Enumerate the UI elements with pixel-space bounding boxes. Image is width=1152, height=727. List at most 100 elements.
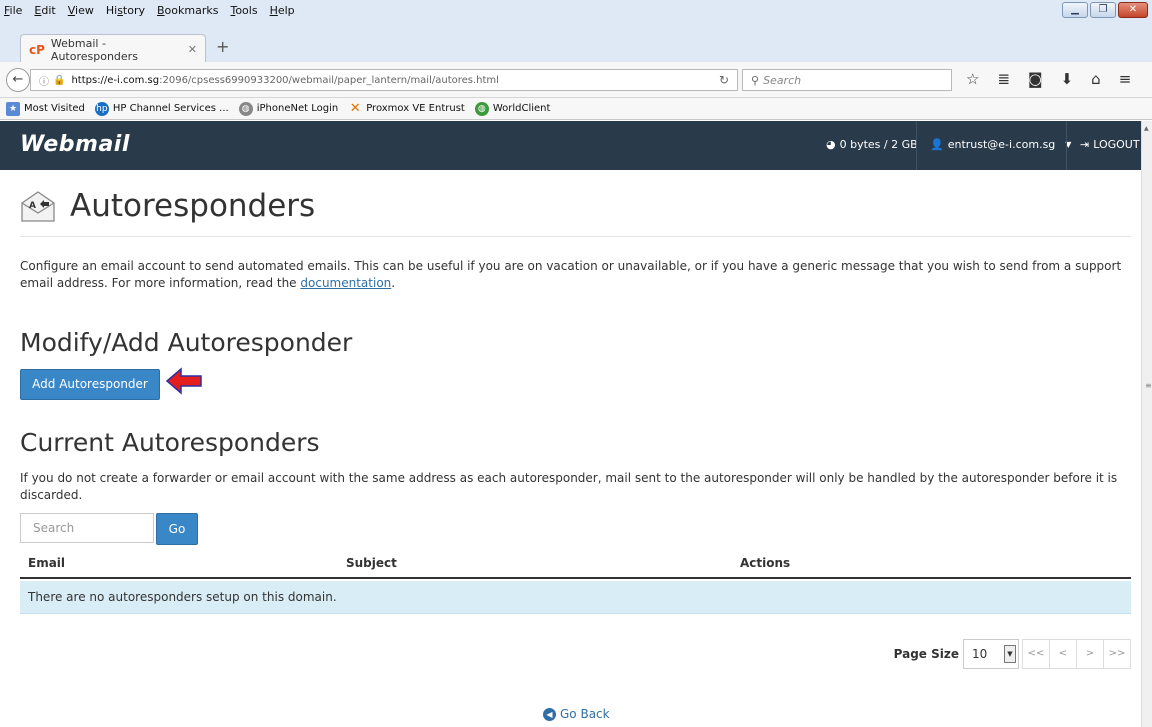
bookmark-label: Proxmox VE Entrust: [366, 103, 465, 114]
go-button[interactable]: Go: [156, 513, 198, 545]
dropdown-arrow-icon[interactable]: ▼: [1004, 645, 1016, 663]
lock-warning-icon[interactable]: 🔒: [53, 75, 65, 86]
menu-bookmarks[interactable]: Bookmarks: [157, 4, 218, 17]
header-divider: [1066, 121, 1067, 170]
quota-text: 0 bytes / 2 GB: [839, 138, 918, 151]
scroll-grip-icon[interactable]: ≡: [1145, 381, 1152, 390]
minimize-button[interactable]: ▁: [1062, 2, 1088, 18]
column-subject[interactable]: Subject: [346, 556, 397, 570]
autoresponder-search-input[interactable]: [20, 513, 154, 543]
bookmark-label: HP Channel Services ...: [112, 103, 229, 114]
user-email: entrust@e-i.com.sg: [947, 138, 1056, 151]
globe-icon: ◍: [238, 101, 253, 116]
bookmark-worldclient[interactable]: ◍ WorldClient: [474, 101, 551, 116]
scroll-up-icon[interactable]: ▲: [1144, 125, 1149, 132]
menu-view[interactable]: View: [68, 4, 94, 17]
navigation-bar: ← ⓘ 🔒 https://e-i.com.sg :2096/cpsess699…: [0, 62, 1152, 98]
reload-icon[interactable]: ↻: [719, 73, 729, 87]
url-domain: https://e-i.com.sg: [71, 74, 160, 86]
bookmark-star-icon[interactable]: ☆: [966, 70, 979, 88]
page-title: Autoresponders: [70, 188, 316, 224]
page-scrollbar[interactable]: ▲ ≡: [1141, 121, 1152, 727]
menu-edit[interactable]: Edit: [34, 4, 55, 17]
url-path: :2096/cpsess6990933200/webmail/paper_lan…: [159, 74, 499, 86]
reading-list-icon[interactable]: ≣: [997, 70, 1010, 88]
page-size-value: 10: [972, 647, 988, 661]
webmail-logo[interactable]: Webmail: [20, 132, 130, 157]
empty-table-row: There are no autoresponders setup on thi…: [20, 581, 1131, 614]
documentation-link[interactable]: documentation: [300, 276, 391, 290]
first-page-button[interactable]: <<: [1022, 639, 1050, 669]
page-description: Configure an email account to send autom…: [20, 258, 1131, 292]
window-controls: ▁ ❐ ✕: [1062, 2, 1148, 18]
cpanel-favicon-icon: cP: [29, 42, 45, 57]
hp-logo-icon: hp: [94, 101, 109, 116]
table-header: Email Subject Actions: [20, 553, 1131, 579]
tab-title: Webmail - Autoresponders: [50, 36, 138, 63]
worldclient-globe-icon: ◍: [474, 101, 489, 116]
description-text: Configure an email account to send autom…: [20, 259, 1122, 290]
pagination: Page Size 10 ▼ << < > >>: [894, 638, 1131, 670]
prev-page-button[interactable]: <: [1049, 639, 1077, 669]
menu-help[interactable]: Help: [270, 4, 295, 17]
pocket-icon[interactable]: ◙: [1028, 70, 1043, 88]
disk-quota: ◕ 0 bytes / 2 GB: [826, 138, 918, 151]
tab-strip: cP Webmail - Autoresponders ✕ +: [0, 20, 1152, 64]
browser-menubar: File Edit View History Bookmarks Tools H…: [0, 0, 1152, 20]
pie-chart-icon: ◕: [826, 138, 836, 151]
new-tab-icon[interactable]: +: [216, 37, 229, 56]
tab-webmail-autoresponders[interactable]: cP Webmail - Autoresponders ✕: [20, 34, 206, 64]
logout-link[interactable]: ⇥ LOGOUT: [1080, 138, 1140, 151]
user-icon: 👤: [930, 138, 944, 151]
autoresponder-note: If you do not create a forwarder or emai…: [20, 471, 1118, 502]
modify-add-heading: Modify/Add Autoresponder: [20, 328, 353, 357]
arrow-left-circle-icon: ◀: [543, 707, 556, 721]
current-autoresponders-heading: Current Autoresponders: [20, 428, 320, 457]
column-actions: Actions: [740, 556, 791, 570]
menu-file[interactable]: File: [4, 4, 22, 17]
close-tab-icon[interactable]: ✕: [188, 43, 197, 56]
bookmark-iphonenet[interactable]: ◍ iPhoneNet Login: [238, 101, 339, 116]
bookmark-label: Most Visited: [24, 103, 85, 114]
page-title-row: A Autoresponders: [20, 186, 315, 226]
last-page-button[interactable]: >>: [1103, 639, 1131, 669]
search-icon: ⚲: [751, 73, 760, 87]
most-visited-icon: ★: [6, 101, 20, 116]
browser-search-box[interactable]: ⚲ Search: [742, 69, 952, 91]
logout-icon: ⇥: [1080, 138, 1090, 151]
autoresponder-envelope-icon: A: [21, 191, 55, 222]
menu-history[interactable]: History: [106, 4, 145, 17]
download-icon[interactable]: ⬇: [1061, 70, 1074, 88]
url-bar[interactable]: ⓘ 🔒 https://e-i.com.sg :2096/cpsess69909…: [30, 69, 738, 91]
description-end: .: [391, 276, 396, 290]
bookmarks-bar: ★ Most Visited hp HP Channel Services ..…: [0, 98, 1152, 120]
user-menu[interactable]: 👤 entrust@e-i.com.sg ▼: [930, 138, 1071, 151]
close-window-button[interactable]: ✕: [1118, 2, 1148, 18]
logout-text: LOGOUT: [1093, 138, 1140, 151]
next-page-button[interactable]: >: [1076, 639, 1104, 669]
bookmark-most-visited[interactable]: ★ Most Visited: [6, 101, 85, 116]
page-size-label: Page Size: [893, 647, 959, 661]
column-email[interactable]: Email: [28, 556, 65, 570]
toolbar-icons: ☆ ≣ ◙ ⬇ ⌂ ≡: [966, 70, 1131, 88]
back-arrow-icon[interactable]: ←: [6, 68, 30, 92]
svg-text:A: A: [29, 201, 36, 211]
add-autoresponder-button[interactable]: Add Autoresponder: [20, 369, 160, 400]
bookmark-proxmox[interactable]: ✕ Proxmox VE Entrust: [348, 100, 465, 116]
bookmark-label: WorldClient: [492, 103, 551, 114]
title-divider: [20, 236, 1131, 237]
red-arrow-annotation-icon: [165, 367, 202, 395]
hamburger-menu-icon[interactable]: ≡: [1119, 70, 1132, 88]
page-size-select[interactable]: 10 ▼: [963, 639, 1019, 669]
menu-tools[interactable]: Tools: [230, 4, 257, 17]
maximize-button[interactable]: ❐: [1090, 2, 1116, 18]
bookmark-label: iPhoneNet Login: [256, 103, 339, 114]
proxmox-x-icon: ✕: [349, 100, 361, 116]
info-icon[interactable]: ⓘ: [39, 73, 49, 88]
go-back-text: Go Back: [560, 707, 610, 721]
webmail-header: Webmail ◕ 0 bytes / 2 GB 👤 entrust@e-i.c…: [0, 121, 1141, 170]
browser-search-placeholder: Search: [763, 73, 802, 87]
bookmark-hp-channel[interactable]: hp HP Channel Services ...: [94, 101, 229, 116]
go-back-link[interactable]: ◀ Go Back: [543, 707, 610, 721]
home-icon[interactable]: ⌂: [1091, 70, 1101, 88]
